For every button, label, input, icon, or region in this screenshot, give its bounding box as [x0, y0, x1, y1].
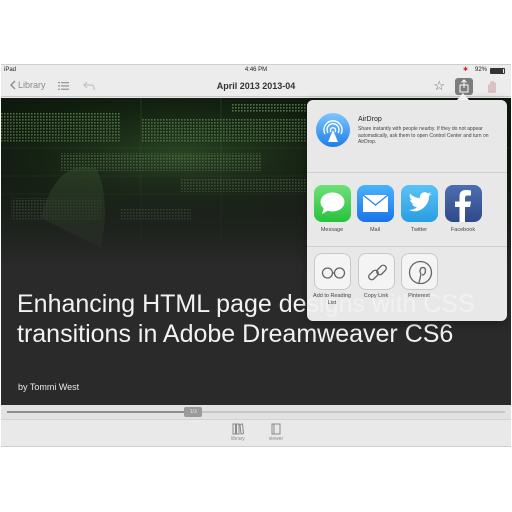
popover-arrow: [457, 93, 469, 100]
bottom-toolbar: library viewer: [1, 419, 511, 446]
toolbar-viewer-label: viewer: [268, 436, 284, 442]
battery-icon: [490, 68, 505, 74]
share-facebook-label: Facebook: [450, 227, 476, 233]
status-time: 4:46 PM: [244, 67, 268, 73]
airdrop-icon: [316, 113, 350, 147]
hand-tool-icon[interactable]: [485, 79, 499, 93]
share-mail-label: Mail: [369, 227, 381, 233]
mail-icon: [356, 185, 394, 222]
reading-list-icon: [313, 253, 351, 290]
share-mail-button[interactable]: Mail: [355, 185, 395, 234]
message-icon: [313, 185, 351, 222]
scrubber-progress: [7, 411, 187, 413]
add-to-reading-list-button[interactable]: Add to Reading List: [310, 253, 354, 306]
airdrop-title: AirDrop: [358, 116, 382, 123]
viewer-icon: [271, 423, 281, 435]
add-to-reading-list-label: Add to Reading List: [313, 293, 351, 306]
share-message-label: Message: [320, 227, 344, 233]
share-twitter-button[interactable]: Twitter: [399, 185, 439, 234]
facebook-icon: [444, 185, 482, 222]
toolbar-library-label: library: [231, 436, 245, 442]
bluetooth-icon: ✱: [462, 67, 468, 73]
library-icon: [232, 423, 244, 435]
pinterest-button[interactable]: Pinterest: [397, 253, 441, 300]
scrubber-thumb[interactable]: 1/3: [184, 407, 203, 417]
ipad-screen: iPad 4:46 PM ✱ 92% Library April 2013 20…: [1, 64, 511, 447]
navigation-bar: Library April 2013 2013-04 ☆: [1, 76, 511, 97]
share-facebook-button[interactable]: Facebook: [443, 185, 483, 234]
pinterest-label: Pinterest: [408, 293, 430, 299]
twitter-icon: [400, 185, 438, 222]
divider: [307, 246, 507, 247]
divider: [307, 172, 507, 173]
airdrop-description: Share instantly with people nearby. If t…: [358, 126, 489, 145]
article-byline: by Tommi West: [18, 382, 80, 392]
copy-link-label: Copy Link: [363, 293, 389, 299]
copy-link-button[interactable]: Copy Link: [354, 253, 398, 300]
copy-link-icon: [357, 253, 395, 290]
share-twitter-label: Twitter: [410, 227, 428, 233]
status-bar: iPad 4:46 PM ✱ 92%: [1, 65, 511, 76]
pinterest-icon: [400, 253, 438, 290]
toolbar-viewer-button[interactable]: viewer: [261, 423, 291, 442]
share-popover: AirDrop Share instantly with people near…: [307, 100, 507, 321]
battery-percent: 92%: [474, 67, 487, 73]
toolbar-library-button[interactable]: library: [223, 423, 253, 442]
share-message-button[interactable]: Message: [312, 185, 352, 234]
bookmark-star-icon[interactable]: ☆: [433, 78, 445, 94]
page-scrubber[interactable]: 1/3: [1, 405, 511, 419]
